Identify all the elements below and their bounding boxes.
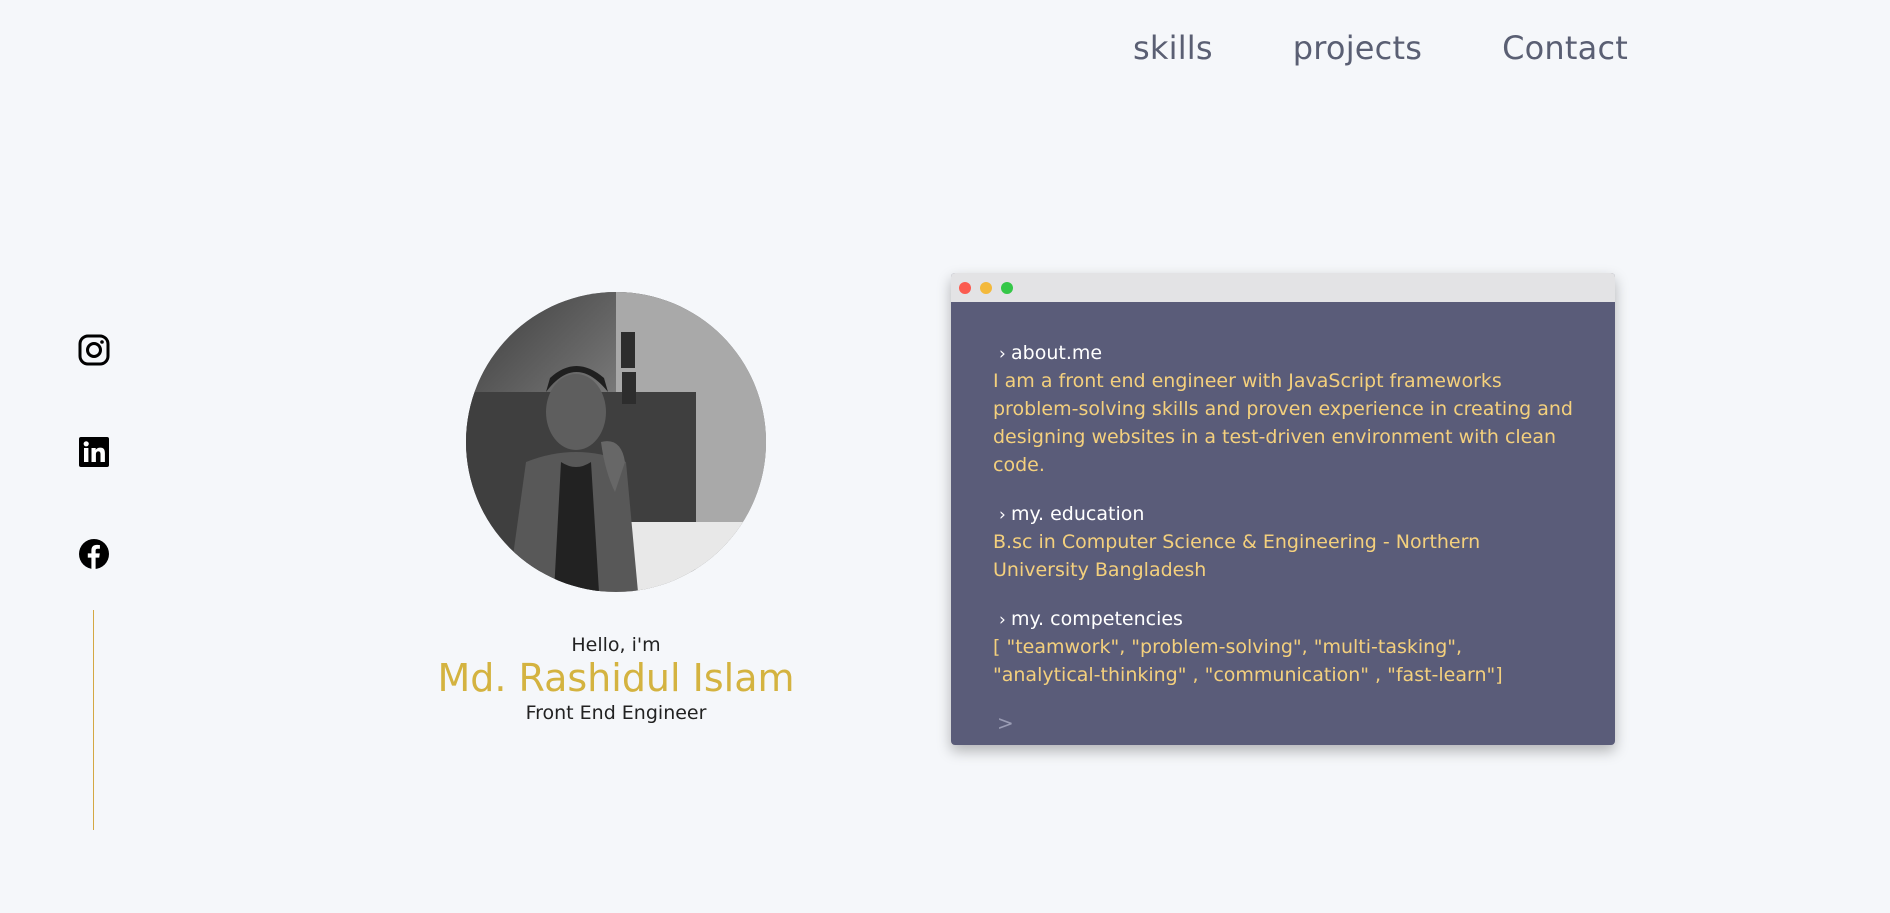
education-section: › my. education B.sc in Computer Science … [993, 501, 1573, 584]
top-nav: skills projects Contact [1133, 26, 1628, 70]
maximize-dot-icon [1001, 282, 1013, 294]
linkedin-icon[interactable] [78, 436, 110, 468]
about-output: I am a front end engineer with JavaScrip… [993, 370, 1573, 476]
greeting-text: Hello, i'm [571, 634, 661, 656]
about-section: › about.me I am a front end engineer with… [993, 340, 1573, 479]
profile-name: Md. Rashidul Islam [437, 656, 795, 700]
page: skills projects Contact Hello, i'm Md. R… [0, 0, 1890, 913]
terminal-input-prompt[interactable]: > [993, 711, 1573, 735]
education-prompt-label: my. education [1011, 503, 1145, 525]
education-output: B.sc in Computer Science & Engineering -… [993, 531, 1481, 581]
nav-contact[interactable]: Contact [1502, 26, 1628, 70]
competencies-section: › my. competencies [ "teamwork", "problem… [993, 606, 1573, 689]
education-prompt: › my. education [993, 501, 1573, 528]
competencies-prompt-label: my. competencies [1011, 608, 1183, 630]
social-divider-line [93, 610, 94, 830]
prompt-chevron-icon: › [999, 344, 1006, 364]
close-dot-icon [959, 282, 971, 294]
competencies-prompt: › my. competencies [993, 606, 1573, 633]
prompt-chevron-icon: › [999, 505, 1006, 525]
terminal-body: › about.me I am a front end engineer with… [951, 302, 1615, 735]
nav-skills[interactable]: skills [1133, 26, 1213, 70]
facebook-icon[interactable] [78, 538, 110, 570]
profile-role: Front End Engineer [525, 702, 707, 724]
prompt-chevron-icon: › [999, 610, 1006, 630]
terminal-title-bar [951, 273, 1615, 302]
instagram-icon[interactable] [78, 334, 110, 366]
minimize-dot-icon [980, 282, 992, 294]
terminal-window: › about.me I am a front end engineer with… [951, 273, 1615, 745]
about-prompt: › about.me [993, 340, 1573, 367]
about-prompt-label: about.me [1011, 342, 1103, 364]
profile-avatar [466, 292, 766, 592]
competencies-output: [ "teamwork", "problem-solving", "multi-… [993, 636, 1503, 686]
nav-projects[interactable]: projects [1293, 26, 1422, 70]
